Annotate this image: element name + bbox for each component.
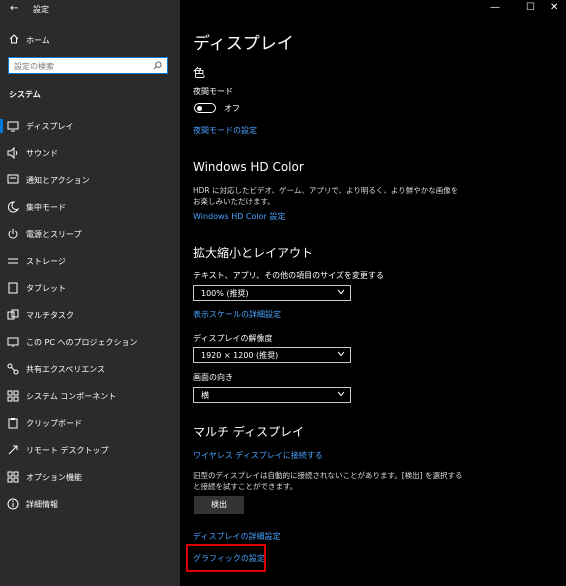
orientation-value: 横 — [201, 391, 209, 400]
remote-desktop-icon — [8, 445, 18, 455]
sidebar-item-label: サウンド — [26, 149, 58, 158]
sidebar-item-power[interactable]: 電源とスリープ — [0, 224, 180, 244]
section-title: システム — [9, 90, 41, 99]
search-placeholder: 設定の検索 — [14, 62, 54, 71]
scale-layout-heading: 拡大縮小とレイアウト — [193, 246, 314, 260]
optional-features-icon — [7, 471, 19, 483]
sidebar-item-about[interactable]: 詳細情報 — [0, 494, 180, 514]
sidebar-item-system-components[interactable]: システム コンポーネント — [0, 386, 180, 406]
moon-icon — [7, 201, 19, 213]
sidebar-item-label: 集中モード — [26, 203, 66, 212]
detect-button[interactable]: 検出 — [194, 496, 244, 514]
advanced-display-link[interactable]: ディスプレイの詳細設定 — [193, 531, 280, 542]
search-input[interactable]: 設定の検索 — [8, 57, 168, 74]
sidebar-item-remote-desktop[interactable]: リモート デスクトップ — [0, 440, 180, 460]
window-title: 設定 — [33, 5, 49, 14]
orientation-label: 画面の向き — [193, 373, 233, 382]
night-mode-toggle[interactable] — [194, 103, 216, 113]
sidebar-item-label: ディスプレイ — [26, 122, 74, 131]
sidebar-item-label: 通知とアクション — [26, 176, 90, 185]
sidebar-item-label: 詳細情報 — [26, 500, 58, 509]
multitask-icon — [7, 309, 19, 320]
orientation-dropdown[interactable]: 横 — [193, 387, 351, 403]
sidebar-item-shared-experience[interactable]: 共有エクスペリエンス — [0, 359, 180, 379]
wireless-display-link[interactable]: ワイヤレス ディスプレイに接続する — [193, 450, 323, 461]
scale-label: テキスト、アプリ、その他の項目のサイズを変更する — [193, 271, 384, 280]
selected-indicator — [0, 119, 3, 133]
sidebar-item-label: 電源とスリープ — [26, 230, 82, 239]
chevron-down-icon — [337, 391, 345, 397]
resolution-label: ディスプレイの解像度 — [193, 334, 273, 343]
scale-dropdown[interactable]: 100% (推奨) — [193, 285, 351, 301]
notification-icon — [7, 174, 19, 184]
sidebar-item-clipboard[interactable]: クリップボード — [0, 413, 180, 433]
sidebar-item-label: マルチタスク — [26, 311, 74, 320]
sidebar-item-label: タブレット — [26, 284, 66, 293]
close-icon[interactable]: ✕ — [550, 2, 558, 13]
toggle-knob — [197, 105, 202, 111]
sidebar-item-label: 共有エクスペリエンス — [26, 365, 106, 374]
sidebar-item-storage[interactable]: ストレージ — [0, 251, 180, 271]
resolution-value: 1920 × 1200 (推奨) — [201, 351, 279, 360]
page-title: ディスプレイ — [193, 34, 294, 54]
sidebar-item-display[interactable]: ディスプレイ — [0, 116, 180, 136]
home-icon — [9, 34, 19, 44]
hd-color-settings-link[interactable]: Windows HD Color 設定 — [193, 211, 285, 222]
sidebar-item-label: この PC へのプロジェクション — [26, 338, 138, 347]
resolution-dropdown[interactable]: 1920 × 1200 (推奨) — [193, 347, 351, 363]
components-icon — [7, 390, 19, 402]
sidebar-item-label: オプション機能 — [26, 473, 82, 482]
speaker-icon — [7, 147, 18, 159]
sidebar-item-notifications[interactable]: 通知とアクション — [0, 170, 180, 190]
back-arrow-icon[interactable]: ← — [10, 3, 18, 14]
main-content: — ☐ ✕ ディスプレイ 色 夜間モード オフ 夜間モードの設定 Windows… — [180, 0, 566, 586]
sidebar-item-label: ストレージ — [26, 257, 66, 266]
projection-icon — [7, 337, 19, 347]
sidebar-item-sound[interactable]: サウンド — [0, 143, 180, 163]
scale-value: 100% (推奨) — [201, 289, 249, 298]
sidebar-item-multitask[interactable]: マルチタスク — [0, 305, 180, 325]
sidebar-item-optional-features[interactable]: オプション機能 — [0, 467, 180, 487]
shared-experience-icon — [7, 363, 19, 375]
sidebar-item-projection[interactable]: この PC へのプロジェクション — [0, 332, 180, 352]
night-mode-settings-link[interactable]: 夜間モードの設定 — [193, 125, 257, 136]
sidebar-item-focus[interactable]: 集中モード — [0, 197, 180, 217]
clipboard-icon — [8, 418, 18, 429]
chevron-down-icon — [337, 289, 345, 295]
home-label: ホーム — [26, 36, 50, 45]
home-link[interactable]: ホーム — [0, 32, 180, 50]
minimize-icon[interactable]: — — [490, 2, 500, 13]
sidebar-item-label: リモート デスクトップ — [26, 446, 109, 455]
multi-display-heading: マルチ ディスプレイ — [193, 425, 304, 439]
multi-display-description: 旧型のディスプレイは自動的に接続されないことがあります。[検出] を選択すると接… — [193, 471, 463, 491]
hd-color-description: HDR に対応したビデオ、ゲーム、アプリで、より明るく、より鮮やかな画像をお楽し… — [193, 186, 459, 206]
advanced-scale-link[interactable]: 表示スケールの詳細設定 — [193, 309, 281, 320]
power-icon — [8, 229, 18, 239]
storage-icon — [8, 258, 18, 264]
search-icon[interactable] — [153, 61, 162, 70]
monitor-icon — [7, 121, 19, 132]
color-heading: 色 — [193, 66, 206, 80]
toggle-state-label: オフ — [224, 104, 240, 113]
highlight-annotation — [186, 544, 266, 572]
sidebar-item-label: システム コンポーネント — [26, 392, 117, 401]
hd-color-heading: Windows HD Color — [193, 160, 304, 174]
sidebar-item-label: クリップボード — [26, 419, 82, 428]
night-mode-label: 夜間モード — [193, 87, 233, 96]
tablet-icon — [8, 282, 18, 294]
sidebar-item-tablet[interactable]: タブレット — [0, 278, 180, 298]
info-icon — [7, 498, 19, 510]
sidebar: ← 設定 ホーム 設定の検索 システム ディスプレイ サウンド 通知とアクション… — [0, 0, 180, 586]
chevron-down-icon — [337, 351, 345, 357]
maximize-icon[interactable]: ☐ — [526, 2, 535, 13]
